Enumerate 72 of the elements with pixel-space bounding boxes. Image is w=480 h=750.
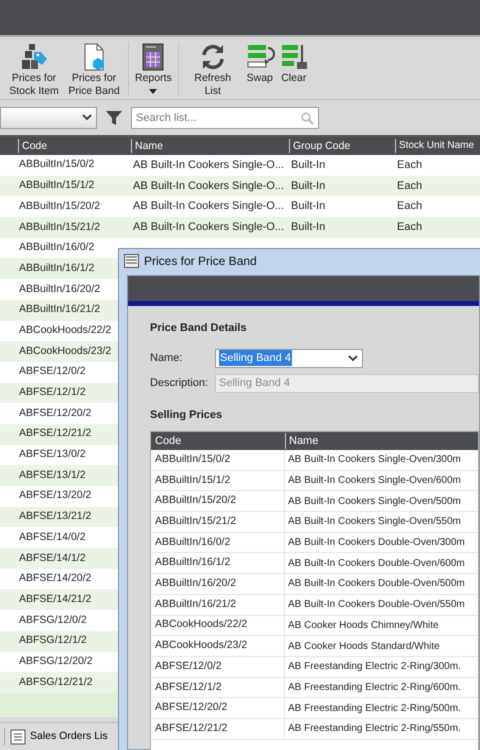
table-cell-text: Each — [396, 178, 424, 194]
table-cell-text: ABFSE/12/0/2 — [18, 364, 87, 380]
table-cell-text: Each — [396, 199, 424, 214]
table-cell-text: ABFSE/13/20/2 — [18, 488, 92, 504]
table-cell: ABFSE/12/1/2 — [151, 678, 285, 698]
table-cell-text: ABBuiltIn/15/21/2 — [18, 220, 102, 235]
table-cell-text: ABFSG/12/1/2 — [18, 633, 88, 648]
table-cell-text: ABFSE/14/0/2 — [18, 530, 87, 545]
table-cell-text: AB Built-In Cookers Single-Oven/500m — [287, 494, 462, 509]
table-cell: ABFSE/12/0/2 — [151, 656, 285, 677]
table-cell-text: Each — [396, 220, 424, 236]
table-cell-text: ABBuiltIn/16/0/2 — [18, 240, 96, 256]
table-cell-text: AB Freestanding Electric 2-Ring/500m. — [287, 702, 462, 716]
table-cell-text: AB Built-In Cookers Single-O... — [132, 178, 286, 194]
field-label: Name: — [150, 350, 184, 366]
table-cell: ABBuiltIn/16/21/2 — [151, 594, 285, 614]
table-cell-text: ABBuiltIn/16/21/2 — [18, 302, 102, 318]
table-cell-text: Built-In — [290, 220, 326, 236]
table-cell: ABBuiltIn/15/1/2 — [151, 470, 285, 490]
table-cell-text: ABFSE/14/1/2 — [18, 550, 87, 566]
table-cell-text: ABFSE/13/0/2 — [18, 447, 87, 462]
table-cell-text: AB Built-In Cookers Double-Oven/600m — [287, 556, 466, 571]
table-cell-text: AB Built-In Cookers Single-O... — [132, 220, 286, 236]
table-cell-text: ABFSG/12/20/2 — [18, 654, 94, 669]
table-cell-text: ABCookHoods/22/2 — [18, 322, 112, 338]
table-cell-text: ABCookHoods/23/2 — [18, 344, 112, 359]
table-cell-text: ABFSG/12/21/2 — [18, 674, 94, 690]
table-cell-text: Built-In — [290, 199, 326, 214]
selected-text: Selling Band 4 — [219, 350, 292, 366]
field-label: Description: — [150, 376, 210, 391]
table-cell-text: ABFSE/13/21/2 — [18, 509, 92, 524]
table-cell-text: AB Built-In Cookers Single-Oven/300m — [287, 453, 462, 468]
table-cell-text: ABFSE/12/20/2 — [18, 406, 92, 421]
table-cell-text: ABFSE/14/20/2 — [18, 571, 92, 586]
table-cell-text: ABFSE/13/1/2 — [18, 468, 87, 483]
table-cell: ABFSE/12/21/2 — [151, 718, 285, 739]
table-cell-text: ABBuiltIn/15/0/2 — [18, 157, 96, 172]
table-cell-text: AB Built-In Cookers Single-O... — [132, 158, 286, 174]
table-cell-text: AB Freestanding Electric 2-Ring/300m. — [287, 660, 462, 674]
section-heading: Selling Prices — [150, 408, 224, 422]
dialog-title: Prices for Price Band — [144, 253, 257, 270]
table-cell-text: Built-In — [290, 178, 326, 194]
table-cell: ABBuiltIn/15/0/2 — [151, 450, 285, 470]
table-cell-text: AB Built-In Cookers Single-Oven/600m — [287, 474, 462, 488]
table-cell-text: ABBuiltIn/15/1/2 — [18, 178, 96, 194]
table-cell-text: ABFSE/12/21/2 — [18, 426, 92, 442]
table-cell-text: AB Freestanding Electric 2-Ring/550m. — [287, 722, 462, 736]
table-cell-text: Built-In — [290, 158, 326, 174]
table-cell-text: ABBuiltIn/15/20/2 — [18, 198, 102, 214]
table-cell: ABBuiltIn/16/0/2 — [151, 532, 285, 552]
table-cell: ABBuiltIn/15/21/2 — [151, 512, 285, 532]
table-cell: ABBuiltIn/15/20/2 — [151, 491, 285, 512]
table-cell: ABCookHoods/22/2 — [151, 616, 285, 636]
table-cell-text: AB Built-In Cookers Double-Oven/300m — [287, 536, 466, 550]
table-cell-text: AB Built-In Cookers Single-O... — [132, 199, 286, 214]
table-cell: ABCookHoods/23/2 — [151, 636, 285, 656]
table-cell-text: ABBuiltIn/16/20/2 — [18, 282, 102, 297]
section-heading: Price Band Details — [150, 321, 248, 336]
table-cell-text: ABFSE/14/21/2 — [18, 592, 92, 607]
table-cell: ABBuiltIn/16/1/2 — [151, 553, 285, 574]
table-cell-text: AB Built-In Cookers Double-Oven/550m — [287, 598, 466, 612]
table-cell-text: AB Built-In Cookers Double-Oven/500m — [287, 577, 466, 592]
table-cell-text: ABFSE/12/1/2 — [18, 385, 87, 400]
table-cell: ABFSE/12/20/2 — [151, 698, 285, 718]
table-cell-text: Each — [396, 158, 424, 174]
table-cell-text: AB Freestanding Electric 2-Ring/600m. — [287, 680, 462, 695]
table-cell: ABBuiltIn/16/20/2 — [151, 574, 285, 594]
table-cell-text: AB Cooker Hoods Standard/White — [287, 640, 441, 654]
table-cell-text: ABBuiltIn/16/1/2 — [18, 260, 96, 276]
table-cell-text: ABFSG/12/0/2 — [18, 612, 88, 628]
table-cell-text: AB Cooker Hoods Chimney/White — [287, 618, 440, 633]
table-cell-text: AB Built-In Cookers Single-Oven/550m — [287, 515, 462, 530]
